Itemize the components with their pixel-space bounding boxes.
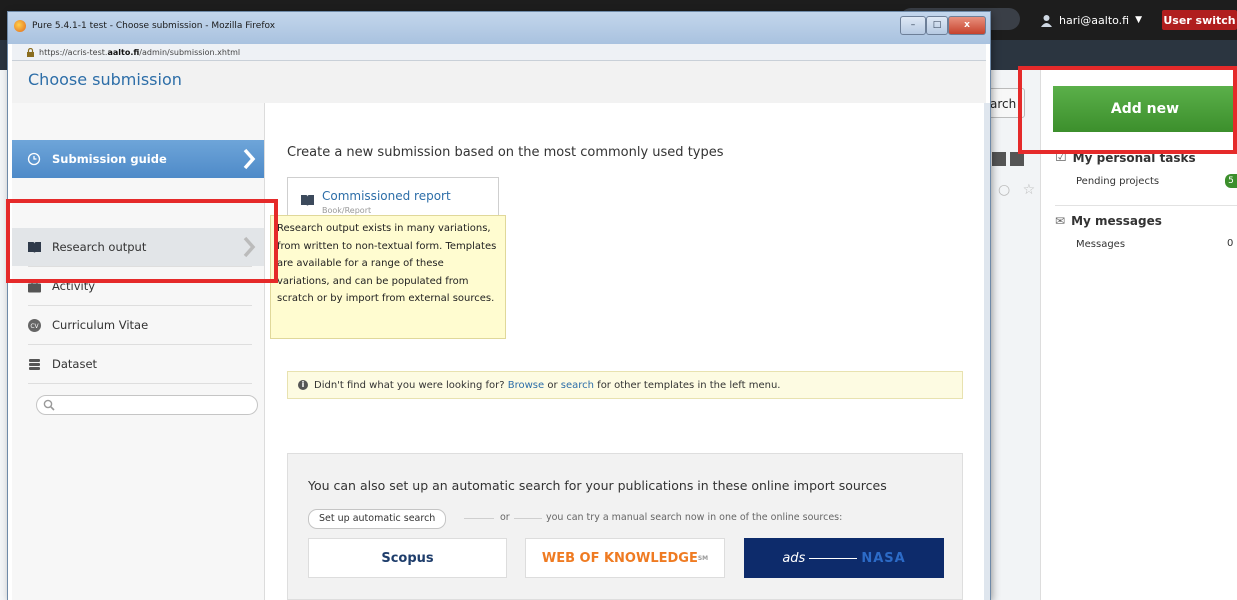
sidebar-item-submission-guide[interactable]: Submission guide	[12, 140, 264, 178]
wok-trademark: SM	[697, 554, 709, 562]
sidebar-item-label: Submission guide	[52, 152, 167, 166]
grid-view-icon[interactable]	[1010, 152, 1024, 166]
info-notice: i Didn't find what you were looking for?…	[287, 371, 963, 399]
highlight-add-new	[1018, 66, 1237, 154]
manual-search-text: you can try a manual search now in one o…	[546, 512, 843, 523]
envelope-icon: ✉	[1055, 214, 1066, 228]
chevron-right-icon	[243, 148, 256, 170]
messages-heading: ✉ My messages	[1055, 214, 1162, 228]
cv-icon: CV	[26, 317, 42, 333]
submission-sidebar: Submission guide Research output Activit…	[12, 103, 265, 600]
info-text: Didn't find what you were looking for?	[314, 379, 505, 391]
ads-line	[809, 557, 858, 559]
list-view-icon[interactable]	[992, 152, 1006, 166]
wok-logo: WEB OF KNOWLEDGE	[541, 550, 698, 566]
messages-link[interactable]: Messages	[1076, 239, 1125, 250]
browse-link[interactable]: Browse	[508, 380, 544, 391]
lock-icon	[27, 48, 34, 57]
svg-text:CV: CV	[30, 323, 39, 330]
nasa-logo: NASA	[861, 550, 906, 566]
scopus-logo: Scopus	[381, 550, 434, 566]
window-title: Pure 5.4.1-1 test - Choose submission - …	[32, 21, 276, 31]
pending-projects-link[interactable]: Pending projects	[1076, 176, 1159, 187]
web-of-knowledge-source-button[interactable]: WEB OF KNOWLEDGE SM	[525, 538, 725, 578]
divider	[514, 518, 542, 519]
info-suffix-text: for other templates in the left menu.	[597, 379, 781, 391]
submission-content: Create a new submission based on the mos…	[265, 103, 986, 600]
sidebar-item-label: Curriculum Vitae	[52, 318, 149, 332]
firefox-window: Pure 5.4.1-1 test - Choose submission - …	[8, 12, 990, 600]
sidebar-item-label: Dataset	[52, 357, 98, 371]
search-link[interactable]: search	[561, 380, 594, 391]
dialog-title: Choose submission	[28, 70, 182, 89]
messages-count: 0	[1227, 238, 1234, 249]
caret-down-icon: ▼	[1135, 15, 1143, 25]
sidebar-search-input[interactable]	[36, 395, 258, 415]
star-icon[interactable]: ○ ☆	[998, 182, 1039, 198]
template-subtitle: Book/Report	[322, 206, 372, 215]
user-icon	[1041, 14, 1052, 27]
url-text: https://acris-test.aalto.fi/admin/submis…	[39, 48, 241, 57]
user-email: hari@aalto.fi	[1059, 13, 1130, 27]
clock-icon	[26, 151, 42, 167]
setup-automatic-search-button[interactable]: Set up automatic search	[308, 509, 447, 529]
or-label: or	[500, 512, 510, 523]
sidebar-item-dataset[interactable]: Dataset	[12, 345, 264, 383]
template-card-commissioned-report[interactable]: Commissioned report Book/Report	[287, 177, 499, 216]
scopus-source-button[interactable]: Scopus	[308, 538, 507, 578]
ads-logo: ads	[782, 550, 806, 566]
template-title: Commissioned report	[322, 189, 451, 203]
ads-nasa-source-button[interactable]: ads NASA	[744, 538, 944, 578]
messages-title: My messages	[1071, 214, 1162, 228]
user-menu[interactable]: hari@aalto.fi ▼	[1040, 0, 1142, 40]
pending-projects-count: 5	[1225, 174, 1237, 188]
search-icon	[43, 399, 55, 411]
research-output-tooltip: Research output exists in many variation…	[270, 215, 506, 339]
dialog-header: Choose submission	[12, 61, 986, 104]
highlight-research-output	[6, 199, 278, 283]
divider	[28, 383, 252, 384]
divider	[464, 518, 494, 519]
sidebar-item-curriculum-vitae[interactable]: CV Curriculum Vitae	[12, 306, 264, 344]
vertical-scrollbar[interactable]	[984, 103, 990, 600]
view-toggle	[992, 152, 1024, 166]
info-icon: i	[298, 380, 308, 390]
info-or-text: or	[547, 379, 558, 391]
content-heading: Create a new submission based on the mos…	[287, 145, 724, 160]
user-switch-button[interactable]: User switch	[1162, 10, 1237, 30]
close-button[interactable]: x	[948, 16, 986, 35]
maximize-button[interactable]: □	[926, 16, 948, 35]
import-sources-panel: You can also set up an automatic search …	[287, 453, 963, 600]
firefox-icon	[14, 20, 26, 32]
import-heading: You can also set up an automatic search …	[308, 478, 887, 493]
minimize-button[interactable]: –	[900, 16, 926, 35]
book-icon	[301, 195, 314, 206]
database-icon	[26, 356, 42, 372]
divider	[1055, 205, 1237, 206]
